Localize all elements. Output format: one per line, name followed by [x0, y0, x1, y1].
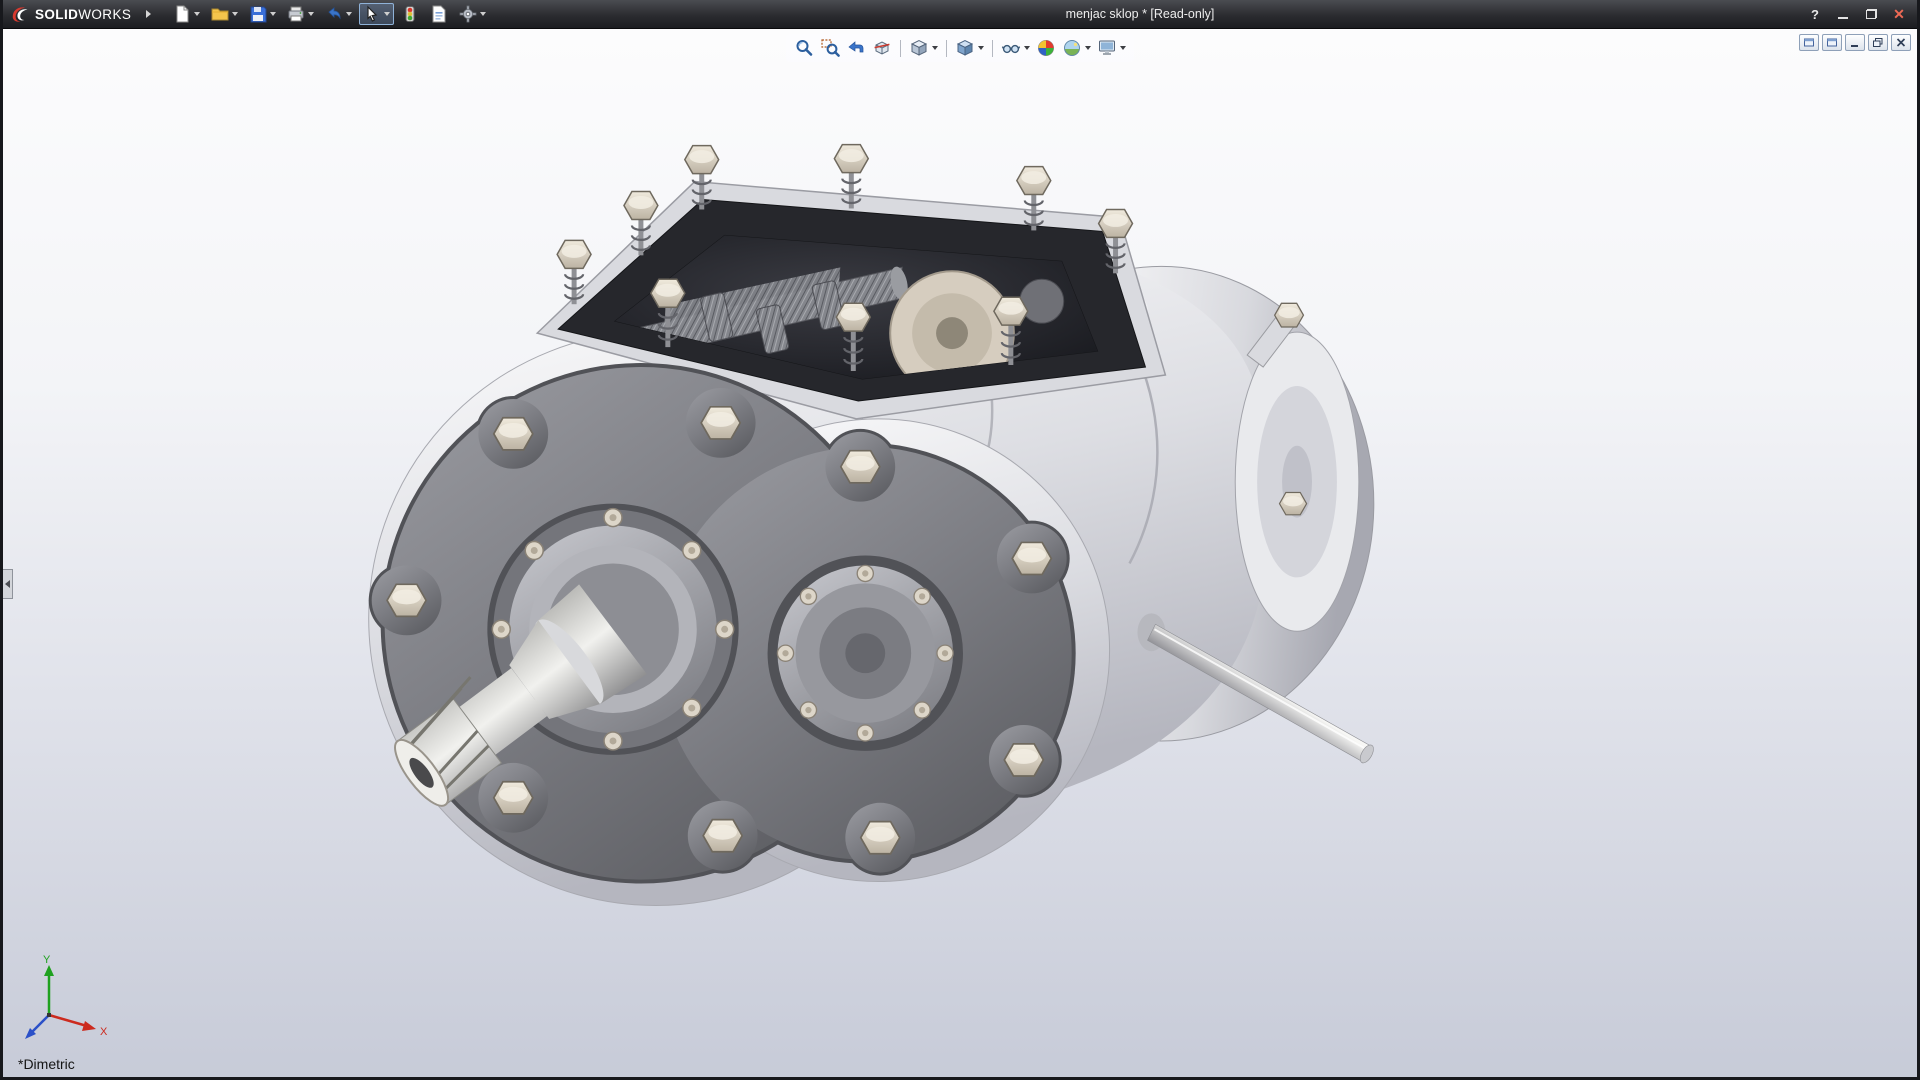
dropdown-arrow-icon[interactable]: [480, 12, 487, 16]
doc-window-icon: [1826, 37, 1838, 48]
view-settings-icon: [1097, 38, 1117, 58]
close-button[interactable]: ✕: [1891, 6, 1907, 22]
display-style-button[interactable]: [953, 36, 986, 60]
file-properties-button[interactable]: [426, 3, 452, 25]
dropdown-arrow-icon[interactable]: [346, 12, 353, 16]
restore-icon: [1865, 9, 1877, 19]
doc-minimize-button[interactable]: [1845, 34, 1865, 51]
select-button[interactable]: [359, 3, 395, 25]
minimize-icon: [1838, 10, 1848, 19]
magnifier-icon: [794, 38, 814, 58]
zoom-area-icon: [820, 38, 840, 58]
floppy-icon: [249, 5, 267, 23]
dropdown-arrow-icon[interactable]: [270, 12, 277, 16]
doc-restore-icon: [1872, 37, 1884, 48]
zoom-to-fit-button[interactable]: [792, 36, 816, 60]
previous-view-button[interactable]: [844, 36, 868, 60]
section-view-icon: [872, 38, 892, 58]
dropdown-arrow-icon[interactable]: [194, 12, 201, 16]
reference-triad[interactable]: Y X: [15, 953, 115, 1053]
scene-sphere-icon: [1062, 38, 1082, 58]
folder-icon: [211, 5, 229, 23]
traffic-light-icon: [401, 5, 419, 23]
right-arrow-icon: [145, 10, 151, 18]
toolbar-separator: [946, 39, 947, 57]
menu-expand-arrow[interactable]: [141, 5, 155, 23]
appearance-sphere-icon: [1036, 38, 1056, 58]
previous-view-icon: [846, 38, 866, 58]
options-icon: [459, 5, 477, 23]
solidworks-window: SOLIDWORKS menjac sklop * [Read-only] ? …: [0, 0, 1920, 1080]
doc-min-icon: [1849, 37, 1861, 48]
options-button[interactable]: [455, 3, 490, 25]
rebuild-button[interactable]: [397, 3, 423, 25]
solidworks-logo: SOLIDWORKS: [3, 0, 141, 28]
triad-x-label: X: [100, 1026, 108, 1038]
brand-text: SOLIDWORKS: [35, 7, 131, 22]
gearbox-3d-model[interactable]: [3, 29, 1917, 1077]
file-properties-icon: [430, 5, 448, 23]
hide-show-icon: [1001, 38, 1021, 58]
dropdown-arrow-icon[interactable]: [1085, 46, 1091, 50]
printer-icon: [287, 5, 305, 23]
brand-works: WORKS: [78, 6, 132, 22]
output-cover-boss[interactable]: [767, 555, 963, 751]
headsup-toolbar: [786, 34, 1134, 62]
save-button[interactable]: [245, 3, 280, 25]
apply-scene-button[interactable]: [1060, 36, 1093, 60]
featuremanager-collapsed-tab[interactable]: [3, 569, 13, 599]
page-icon: [173, 5, 191, 23]
titlebar: SOLIDWORKS menjac sklop * [Read-only] ? …: [3, 0, 1917, 29]
cursor-icon: [363, 5, 381, 23]
ds-logo-icon: [12, 7, 28, 22]
doc-window-icon: [1803, 37, 1815, 48]
doc-close-icon: [1895, 37, 1907, 48]
display-style-icon: [955, 38, 975, 58]
window-controls: ? ✕: [1807, 0, 1907, 28]
dropdown-arrow-icon[interactable]: [1024, 46, 1030, 50]
undo-button[interactable]: [321, 3, 356, 25]
triad-y-label: Y: [43, 954, 51, 966]
document-window-controls: [1799, 34, 1911, 51]
dropdown-arrow-icon[interactable]: [232, 12, 239, 16]
left-arrow-icon: [5, 580, 10, 588]
zoom-to-area-button[interactable]: [818, 36, 842, 60]
y-axis-arrow: [44, 965, 54, 976]
edit-appearance-button[interactable]: [1034, 36, 1058, 60]
dropdown-arrow-icon[interactable]: [978, 46, 984, 50]
titlebar-toolbar: [169, 3, 490, 25]
view-orientation-button[interactable]: [907, 36, 940, 60]
document-title: menjac sklop * [Read-only]: [1065, 7, 1215, 21]
hide-show-items-button[interactable]: [999, 36, 1032, 60]
undo-arrow-icon: [325, 5, 343, 23]
view-orientation-label: *Dimetric: [18, 1056, 75, 1072]
brand-solid: SOLID: [35, 6, 79, 22]
restore-button[interactable]: [1863, 6, 1879, 22]
toolbar-separator: [992, 39, 993, 57]
doc-close-button[interactable]: [1891, 34, 1911, 51]
dropdown-arrow-icon[interactable]: [1120, 46, 1126, 50]
doc-restore-button[interactable]: [1868, 34, 1888, 51]
toolbar-separator: [900, 39, 901, 57]
minimize-button[interactable]: [1835, 6, 1851, 22]
print-button[interactable]: [283, 3, 318, 25]
help-button[interactable]: ?: [1807, 6, 1823, 22]
dropdown-arrow-icon[interactable]: [932, 46, 938, 50]
view-cube-icon: [909, 38, 929, 58]
window-left-button[interactable]: [1799, 34, 1819, 51]
dropdown-arrow-icon[interactable]: [384, 12, 391, 16]
dropdown-arrow-icon[interactable]: [308, 12, 315, 16]
graphics-area[interactable]: Y X *Dimetric: [3, 29, 1917, 1077]
section-view-button[interactable]: [870, 36, 894, 60]
window-right-button[interactable]: [1822, 34, 1842, 51]
new-document-button[interactable]: [169, 3, 204, 25]
x-axis-arrow: [82, 1021, 96, 1031]
open-button[interactable]: [207, 3, 242, 25]
view-settings-button[interactable]: [1095, 36, 1128, 60]
